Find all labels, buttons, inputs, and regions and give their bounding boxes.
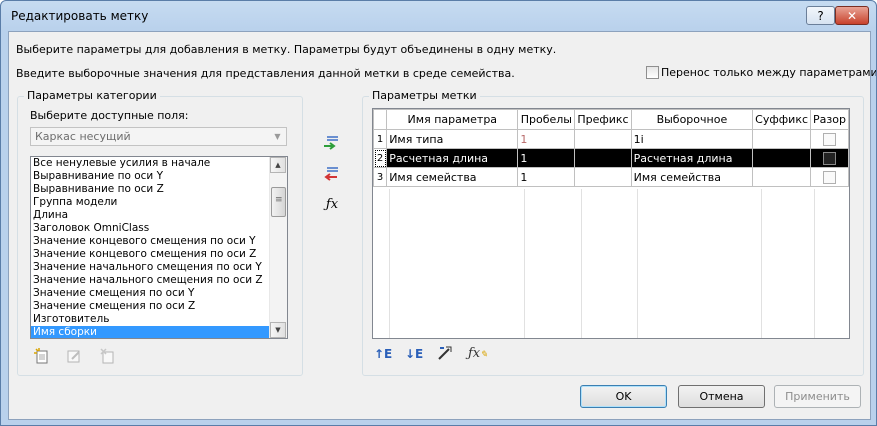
grid-column-line <box>581 189 582 338</box>
dialog-window: Редактировать метку ? ✕ Выберите парамет… <box>0 0 877 426</box>
field-list-item[interactable]: Заголовок OmniClass <box>31 222 287 235</box>
column-header[interactable]: Выборочное <box>630 109 754 130</box>
field-list-item[interactable]: Значение смещения по оси Z <box>31 300 287 313</box>
break-checkbox[interactable] <box>823 151 836 165</box>
field-list-item[interactable]: Группа модели <box>31 196 287 209</box>
label-params-grid[interactable]: Имя параметра Пробелы Префикс Выборочное Суф… <box>372 108 850 339</box>
grid-column-line <box>637 189 638 338</box>
break-cell[interactable] <box>810 129 849 149</box>
table-row[interactable]: 1 Имя типа 1 1i <box>373 129 849 149</box>
title-bar: Редактировать метку ? ✕ <box>1 1 876 31</box>
field-list-item[interactable]: Значение начального смещения по оси Z <box>31 274 287 287</box>
category-params-group-label: Параметры категории <box>24 89 160 102</box>
category-combobox[interactable]: Каркас несущий ▼ <box>30 127 287 146</box>
sample-cell[interactable]: 1i <box>630 129 754 149</box>
new-parameter-icon[interactable] <box>33 348 51 366</box>
delete-parameter-icon[interactable] <box>99 348 117 366</box>
break-cell[interactable] <box>810 148 849 168</box>
field-list-item[interactable]: Длина <box>31 209 287 222</box>
spaces-cell[interactable]: 1 <box>517 167 576 187</box>
suffix-cell[interactable] <box>752 129 812 149</box>
column-header[interactable]: Суффикс <box>752 109 812 130</box>
params-table: Имя параметра Пробелы Префикс Выборочное Суф… <box>373 109 849 187</box>
scroll-down-icon[interactable]: ▼ <box>270 322 286 338</box>
add-arrow-icon[interactable] <box>322 135 340 153</box>
move-up-icon[interactable]: ↑E <box>374 345 392 363</box>
row-number[interactable]: 2 <box>373 148 388 168</box>
break-cell[interactable] <box>810 167 849 187</box>
grid-column-line <box>524 189 525 338</box>
prefix-cell[interactable] <box>574 148 632 168</box>
available-fields-label: Выберите доступные поля: <box>30 109 189 122</box>
column-header[interactable]: Пробелы <box>517 109 576 130</box>
field-list-item[interactable]: Имя сборки <box>31 326 287 338</box>
format-icon[interactable] <box>436 345 454 363</box>
row-number[interactable]: 1 <box>373 129 388 149</box>
intro-text-1: Выберите параметры для добавления в метк… <box>16 43 557 56</box>
help-button[interactable]: ? <box>806 6 835 25</box>
table-row[interactable]: 2 Расчетная длина 1 Расчетная длина <box>373 148 849 168</box>
edit-parameter-icon[interactable] <box>65 348 83 366</box>
grid-column-line <box>761 189 762 338</box>
field-list-item[interactable]: Выравнивание по оси Y <box>31 170 287 183</box>
field-list-item[interactable]: Значение смещения по оси Y <box>31 287 287 300</box>
only-between-params-checkbox[interactable] <box>646 66 659 79</box>
move-down-icon[interactable]: ↓E <box>405 345 423 363</box>
available-fields-list[interactable]: Все ненулевые усилия в начале Выравнивани… <box>30 156 288 339</box>
column-header[interactable]: Имя параметра <box>386 109 519 130</box>
column-header[interactable]: Разор <box>810 109 849 130</box>
suffix-cell[interactable] <box>752 148 812 168</box>
corner-header <box>373 109 388 130</box>
fields-scrollbar[interactable]: ▲ ▼ <box>269 157 287 338</box>
field-list-item[interactable]: Значение начального смещения по оси Y <box>31 261 287 274</box>
fx-icon[interactable]: ƒx <box>323 196 341 214</box>
close-button[interactable]: ✕ <box>835 6 869 25</box>
grid-column-line <box>814 189 815 338</box>
field-list-item[interactable]: Все ненулевые усилия в начале <box>31 157 287 170</box>
spaces-cell[interactable]: 1 <box>517 148 576 168</box>
suffix-cell[interactable] <box>752 167 812 187</box>
field-list-item[interactable]: Выравнивание по оси Z <box>31 183 287 196</box>
remove-arrow-icon[interactable] <box>322 166 340 184</box>
prefix-cell[interactable] <box>574 167 632 187</box>
category-combobox-value: Каркас несущий <box>35 130 131 143</box>
column-header[interactable]: Префикс <box>574 109 632 130</box>
param-name-cell[interactable]: Имя семейства <box>386 167 519 187</box>
field-list-item[interactable]: Значение концевого смещения по оси Y <box>31 235 287 248</box>
fx-edit-icon[interactable]: ƒx✎ <box>468 345 488 363</box>
chevron-down-icon[interactable]: ▼ <box>269 128 286 145</box>
param-name-cell[interactable]: Расчетная длина <box>386 148 519 168</box>
field-list-item[interactable]: Значение концевого смещения по оси Z <box>31 248 287 261</box>
scroll-up-icon[interactable]: ▲ <box>270 157 286 173</box>
sample-cell[interactable]: Расчетная длина <box>630 148 754 168</box>
dialog-client: Выберите параметры для добавления в метк… <box>8 31 876 420</box>
window-title: Редактировать метку <box>11 9 149 23</box>
ok-button[interactable]: OK <box>580 385 667 408</box>
grid-column-line <box>389 189 390 338</box>
break-checkbox[interactable] <box>823 170 836 184</box>
label-params-group-label: Параметры метки <box>369 89 480 102</box>
spaces-cell[interactable]: 1 <box>517 129 576 149</box>
break-checkbox[interactable] <box>823 132 836 146</box>
param-name-cell[interactable]: Имя типа <box>386 129 519 149</box>
sample-cell[interactable]: Имя семейства <box>630 167 754 187</box>
scroll-thumb[interactable] <box>271 187 286 217</box>
cancel-button[interactable]: Отмена <box>678 385 765 408</box>
apply-button[interactable]: Применить <box>774 385 861 408</box>
prefix-cell[interactable] <box>574 129 632 149</box>
row-number[interactable]: 3 <box>373 167 388 187</box>
intro-text-2: Введите выборочные значения для представ… <box>16 67 515 80</box>
field-list-item[interactable]: Изготовитель <box>31 313 287 326</box>
table-row[interactable]: 3 Имя семейства 1 Имя семейства <box>373 167 849 187</box>
only-between-params-label: Перенос только между параметрами <box>661 66 877 79</box>
